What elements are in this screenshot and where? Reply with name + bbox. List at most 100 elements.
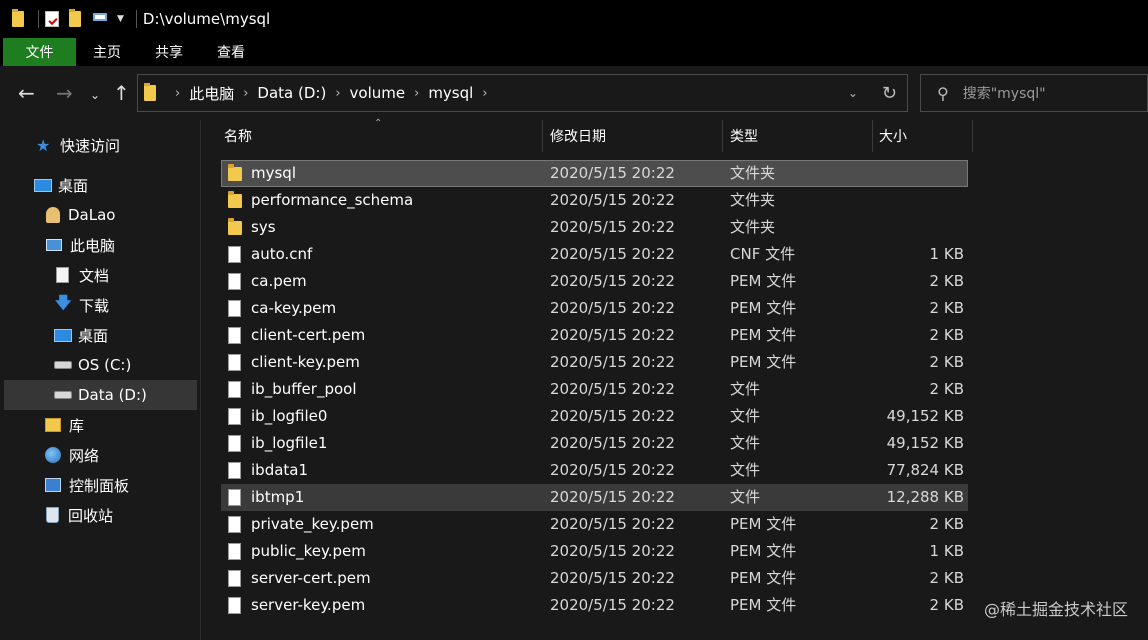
column-header-date[interactable]: 修改日期 — [550, 120, 720, 152]
file-row[interactable]: ib_buffer_pool 2020/5/15 20:22 文件 2 KB — [221, 376, 968, 403]
network-icon — [45, 447, 61, 463]
file-row[interactable]: client-key.pem 2020/5/15 20:22 PEM 文件 2 KB — [221, 349, 968, 376]
column-divider[interactable] — [722, 120, 723, 152]
sidebar-item-dalao[interactable]: DaLao — [46, 200, 115, 230]
file-type: PEM 文件 — [730, 515, 797, 533]
sidebar-item-documents[interactable]: 文档 — [56, 260, 109, 290]
file-row[interactable]: private_key.pem 2020/5/15 20:22 PEM 文件 2 KB — [221, 511, 968, 538]
sidebar-item-quick-access[interactable]: ★ 快速访问 — [36, 130, 120, 160]
sidebar-item-network[interactable]: 网络 — [45, 440, 99, 470]
file-type: PEM 文件 — [730, 272, 797, 290]
quick-access-toolbar: ▼ — [0, 0, 143, 38]
file-date: 2020/5/15 20:22 — [550, 461, 675, 479]
file-size: 49,152 KB — [886, 407, 964, 425]
file-date: 2020/5/15 20:22 — [550, 434, 675, 452]
customize-toolbar-dropdown-icon[interactable]: ▼ — [117, 14, 124, 24]
file-icon — [228, 354, 242, 371]
sidebar-item-label: 回收站 — [68, 506, 114, 525]
computer-icon — [46, 239, 62, 251]
file-type: 文件 — [730, 407, 761, 425]
sidebar-item-desktop[interactable]: 桌面 — [34, 170, 88, 200]
file-row[interactable]: server-key.pem 2020/5/15 20:22 PEM 文件 2 KB — [221, 592, 968, 619]
file-row[interactable]: ca-key.pem 2020/5/15 20:22 PEM 文件 2 KB — [221, 295, 968, 322]
file-row[interactable]: auto.cnf 2020/5/15 20:22 CNF 文件 1 KB — [221, 241, 968, 268]
breadcrumb-mysql[interactable]: mysql — [428, 84, 473, 102]
file-row[interactable]: sys 2020/5/15 20:22 文件夹 — [221, 214, 968, 241]
back-arrow-icon[interactable]: ← — [18, 82, 35, 104]
column-divider[interactable] — [872, 120, 873, 152]
chevron-right-icon[interactable]: › — [175, 86, 180, 101]
sidebar-item-label: 库 — [69, 416, 85, 435]
column-divider[interactable] — [972, 120, 973, 152]
window-title: D:\volume\mysql — [142, 10, 271, 28]
file-row[interactable]: public_key.pem 2020/5/15 20:22 PEM 文件 1 KB — [221, 538, 968, 565]
folder-icon — [228, 218, 242, 236]
history-dropdown-icon[interactable]: ⌄ — [848, 86, 858, 100]
file-date: 2020/5/15 20:22 — [550, 569, 675, 587]
file-icon — [228, 462, 242, 479]
sidebar-item-desktop-pc[interactable]: 桌面 — [54, 320, 108, 350]
column-header-name[interactable]: 名称 — [224, 120, 540, 152]
tab-share[interactable]: 共享 — [138, 38, 200, 66]
chevron-right-icon[interactable]: › — [335, 86, 340, 101]
sidebar-item-recycle-bin[interactable]: 回收站 — [46, 500, 113, 530]
file-type: PEM 文件 — [730, 542, 797, 560]
chevron-right-icon[interactable]: › — [243, 86, 248, 101]
file-size: 1 KB — [929, 245, 964, 263]
sidebar-item-libraries[interactable]: 库 — [45, 410, 84, 440]
column-header-size[interactable]: 大小 — [879, 120, 969, 152]
file-icon — [228, 300, 242, 317]
tab-file[interactable]: 文件 — [3, 38, 76, 66]
tab-home[interactable]: 主页 — [76, 38, 138, 66]
search-box[interactable]: ⚲ 搜索"mysql" — [920, 74, 1148, 112]
address-bar[interactable]: › 此电脑 › Data (D:) › volume › mysql › ⌄ ↻ — [137, 74, 908, 112]
drive-icon — [54, 361, 72, 369]
file-type: 文件 — [730, 380, 761, 398]
file-row[interactable]: ib_logfile0 2020/5/15 20:22 文件 49,152 KB — [221, 403, 968, 430]
file-date: 2020/5/15 20:22 — [550, 164, 675, 182]
sidebar-item-control-panel[interactable]: 控制面板 — [45, 470, 129, 500]
breadcrumb-this-pc[interactable]: 此电脑 — [189, 83, 234, 104]
file-row[interactable]: mysql 2020/5/15 20:22 文件夹 — [221, 160, 968, 187]
rename-icon[interactable] — [93, 11, 107, 27]
properties-icon[interactable] — [45, 11, 59, 27]
file-row[interactable]: ib_logfile1 2020/5/15 20:22 文件 49,152 KB — [221, 430, 968, 457]
tab-view[interactable]: 查看 — [200, 38, 262, 66]
file-name: client-key.pem — [251, 353, 360, 371]
chevron-down-icon[interactable]: ⌄ — [90, 84, 100, 106]
file-name: sys — [251, 218, 276, 236]
new-folder-icon[interactable] — [69, 9, 83, 27]
column-divider[interactable] — [542, 120, 543, 152]
sidebar-item-downloads[interactable]: 🡇 下载 — [55, 290, 109, 320]
file-row[interactable]: ca.pem 2020/5/15 20:22 PEM 文件 2 KB — [221, 268, 968, 295]
forward-arrow-icon[interactable]: → — [56, 82, 73, 104]
sidebar-item-label: 桌面 — [78, 326, 109, 345]
column-header-type[interactable]: 类型 — [730, 120, 870, 152]
chevron-right-icon[interactable]: › — [414, 86, 419, 101]
file-row[interactable]: server-cert.pem 2020/5/15 20:22 PEM 文件 2 KB — [221, 565, 968, 592]
file-row[interactable]: performance_schema 2020/5/15 20:22 文件夹 — [221, 187, 968, 214]
sidebar-item-os-c[interactable]: OS (C:) — [54, 350, 131, 380]
up-arrow-icon[interactable]: ↑ — [113, 82, 130, 104]
file-name: auto.cnf — [251, 245, 313, 263]
sidebar-item-label: 控制面板 — [69, 476, 130, 495]
file-row[interactable]: ibdata1 2020/5/15 20:22 文件 77,824 KB — [221, 457, 968, 484]
sidebar-item-this-pc[interactable]: 此电脑 — [46, 230, 115, 260]
breadcrumb-data-drive[interactable]: Data (D:) — [257, 84, 326, 102]
pane-divider[interactable] — [200, 120, 201, 640]
desktop-icon — [34, 178, 52, 192]
file-row[interactable]: client-cert.pem 2020/5/15 20:22 PEM 文件 2 KB — [221, 322, 968, 349]
breadcrumb-volume[interactable]: volume — [350, 84, 406, 102]
file-type: 文件夹 — [730, 218, 776, 236]
refresh-icon[interactable]: ↻ — [882, 83, 897, 104]
sidebar-item-data-d[interactable]: Data (D:) — [4, 380, 197, 410]
download-icon: 🡇 — [55, 292, 72, 312]
file-size: 2 KB — [929, 569, 964, 587]
file-name: private_key.pem — [251, 515, 374, 533]
file-row[interactable]: ibtmp1 2020/5/15 20:22 文件 12,288 KB — [221, 484, 968, 511]
address-actions: ⌄ ↻ — [848, 75, 907, 111]
file-name: ib_logfile0 — [251, 407, 328, 425]
watermark: @稀土掘金技术社区 — [983, 600, 1128, 619]
document-icon — [56, 267, 69, 283]
chevron-right-icon[interactable]: › — [482, 86, 487, 101]
